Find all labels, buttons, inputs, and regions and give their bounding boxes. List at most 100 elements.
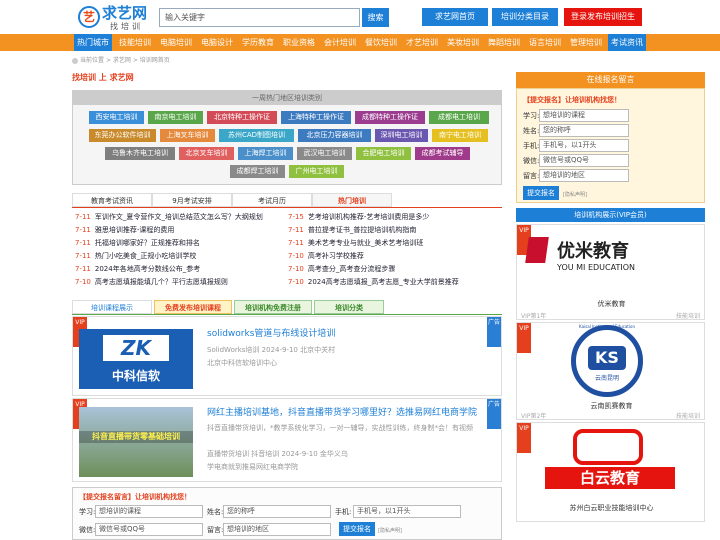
nav-item[interactable]: 舞蹈培训 [488, 34, 520, 51]
login-publish-button[interactable]: 登录发布培训招生 [564, 8, 642, 26]
course-desc: 抖音直播带货培训，*教学系统化学习，一对一辅导，实战性训练，终身制*会！有视频 [207, 424, 473, 432]
news-item[interactable]: 7-11 军训作文_夏令营作文_培训总结范文怎么写？大纲规划 [75, 212, 263, 222]
news-item[interactable]: 7-11 雅思培训推荐-课程的费用 [75, 225, 174, 235]
news-item[interactable]: 7-11 2024年各地高考分数线公布_参考 [75, 264, 200, 274]
home-button[interactable]: 求艺网首页 [422, 8, 488, 26]
news-item[interactable]: 7-11 美术艺考专业与就业_美术艺考培训班 [288, 238, 423, 248]
name-input[interactable]: 您的称呼 [223, 505, 331, 518]
nav-item-hot-city[interactable]: 热门城市 [74, 34, 112, 51]
news-item[interactable]: 7-11 热门小吃美食_正规小吃培训学校 [75, 251, 196, 261]
hot-tag[interactable]: 北京叉车培训 [179, 147, 234, 160]
nav-item[interactable]: 美妆培训 [447, 34, 479, 51]
phone-input[interactable]: 手机号，以1开头 [353, 505, 461, 518]
course-org[interactable]: 学电商就到推易网红电商学院 [207, 462, 298, 472]
nav-item[interactable]: 才艺培训 [406, 34, 438, 51]
hot-tag[interactable]: 上海叉车培训 [160, 129, 215, 142]
hot-tag[interactable]: 成都焊工培训 [230, 165, 285, 178]
area-input[interactable]: 想培训的地区 [223, 523, 331, 536]
form-label: 学习: [523, 112, 540, 120]
nav-item[interactable]: 电脑设计 [201, 34, 233, 51]
tab-categories[interactable]: 培训分类 [314, 300, 384, 314]
course-tabs: 培训课程展示 免费发布培训课程 培训机构免费注册 培训分类 [72, 300, 502, 315]
hot-tag[interactable]: 成都考试辅导 [415, 147, 470, 160]
hot-tag[interactable]: 北京压力容器培训 [298, 129, 371, 142]
org-card[interactable]: VIP KS 云南昆明 Kaisal Institute of Educatio… [516, 322, 705, 420]
side-privacy-link[interactable]: [隐私声明] [563, 191, 587, 198]
hot-tag[interactable]: 南京电工培训 [148, 111, 203, 124]
tab-free-publish[interactable]: 免费发布培训课程 [154, 300, 232, 314]
side-submit-button[interactable]: 提交报名 [523, 186, 559, 200]
nav-item[interactable]: 职业资格 [283, 34, 315, 51]
hot-tag[interactable]: 成都电工培训 [429, 111, 489, 124]
hot-tag[interactable]: 西安电工培训 [89, 111, 144, 124]
side-orgs-heading: 培训机构展示(VIP会员) [516, 208, 705, 222]
side-phone-input[interactable]: 手机号，以1开头 [539, 139, 629, 152]
nav-item[interactable]: 会计培训 [324, 34, 356, 51]
org-name[interactable]: 优米教育 [517, 299, 704, 309]
news-item[interactable]: 7-10 高考查分_高考查分流程步骤 [288, 264, 395, 274]
course-card[interactable]: VIP 广告 抖音直播带货零基础培训 网红主播培训基地，抖音直播带货学习哪里好？… [72, 398, 502, 482]
course-org[interactable]: 北京中科信软培训中心 [207, 358, 277, 368]
tab-sept-exams[interactable]: 9月考试安排 [152, 193, 232, 207]
org-name[interactable]: 苏州白云职业技能培训中心 [517, 503, 704, 513]
side-name-input[interactable]: 您的称呼 [539, 124, 629, 137]
news-item[interactable]: 7-10 2024高考志愿填报_高考志愿_专业大学前景推荐 [288, 277, 459, 287]
hot-tag[interactable]: 乌鲁木齐电工培训 [105, 147, 175, 160]
nav-item[interactable]: 技能培训 [119, 34, 151, 51]
tab-exam-news[interactable]: 教育考试资讯 [72, 193, 152, 207]
course-image[interactable]: 抖音直播带货零基础培训 [79, 407, 193, 477]
catalog-button[interactable]: 培训分类目录 [492, 8, 558, 26]
search-input[interactable]: 输入关键字 [159, 8, 360, 27]
hot-tag[interactable]: 合肥电工培训 [356, 147, 411, 160]
org-card[interactable]: VIP 优米教育 YOU MI EDUCATION 优米教育 VIP第1年 技能… [516, 224, 705, 320]
news-item[interactable]: 7-11 普拉提考证书_普拉提培训机构指南 [288, 225, 416, 235]
hot-tag[interactable]: 东莞办公软件培训 [89, 129, 156, 142]
hot-tag[interactable]: 上海焊工培训 [238, 147, 293, 160]
nav-item[interactable]: 电脑培训 [160, 34, 192, 51]
org-name[interactable]: 云南凯赛教育 [517, 401, 704, 411]
org-card[interactable]: VIP 白云教育 苏州白云职业技能培训中心 [516, 422, 705, 522]
kaisal-logo: KS 云南昆明 Kaisal Institute of Education [571, 324, 643, 397]
hot-tag[interactable]: 广州电工培训 [289, 165, 344, 178]
hot-tag[interactable]: 武汉电工培训 [297, 147, 352, 160]
hot-tag[interactable]: 深圳电工培训 [375, 129, 428, 142]
news-item[interactable]: 7-10 高考补习学校推荐 [288, 251, 364, 261]
side-wechat-input[interactable]: 微信号或QQ号 [539, 154, 629, 167]
breadcrumb-link[interactable]: 求艺网 [113, 57, 131, 64]
submit-button[interactable]: 提交报名 [339, 522, 375, 536]
tab-hot-training[interactable]: 热门培训 [312, 193, 392, 207]
form-label: 留言: [207, 526, 224, 534]
news-item[interactable]: 7-11 托福培训哪家好？正规推荐和排名 [75, 238, 200, 248]
nav-item-exam-news[interactable]: 考试资讯 [608, 34, 646, 51]
course-image[interactable]: ZK 中科信软 [79, 329, 193, 389]
tab-exam-calendar[interactable]: 考试月历 [232, 193, 312, 207]
hot-tag[interactable]: 上海特种工操作证 [281, 111, 351, 124]
org-logo-text: 白云教育 [545, 467, 675, 489]
nav-item[interactable]: 学历教育 [242, 34, 274, 51]
page-title: 找培训 上 求艺网 [72, 73, 134, 82]
hot-tag[interactable]: 南宁电工培训 [432, 129, 488, 142]
wechat-input[interactable]: 微信号或QQ号 [95, 523, 203, 536]
nav-item[interactable]: 语言培训 [529, 34, 561, 51]
nav-item[interactable]: 管理培训 [570, 34, 602, 51]
hot-tag[interactable]: 成都特种工操作证 [355, 111, 425, 124]
course-title[interactable]: solidworks管道与布线设计培训 [207, 326, 335, 339]
org-category: 技能培训 [675, 413, 700, 420]
tab-course-showcase[interactable]: 培训课程展示 [72, 300, 152, 314]
privacy-link[interactable]: [隐私声明] [378, 527, 402, 534]
news-item[interactable]: 7-10 高考志愿填报能填几个？平行志愿填报规则 [75, 277, 228, 287]
side-area-input[interactable]: 想培训的地区 [539, 169, 629, 182]
hot-tag[interactable]: 苏州CAD制图培训 [219, 129, 294, 142]
tab-free-register[interactable]: 培训机构免费注册 [234, 300, 312, 314]
hot-tag[interactable]: 北京特种工操作证 [207, 111, 277, 124]
subject-input[interactable]: 想培训的课程 [95, 505, 203, 518]
course-title[interactable]: 网红主播培训基地，抖音直播带货学习哪里好？选推易网红电商学院 [207, 408, 487, 419]
side-subject-input[interactable]: 想培训的课程 [539, 109, 629, 122]
course-card[interactable]: VIP 广告 ZK 中科信软 solidworks管道与布线设计培训 Solid… [72, 316, 502, 396]
nav-item[interactable]: 餐饮培训 [365, 34, 397, 51]
news-item[interactable]: 7-15 艺考培训机构推荐-艺考培训费用是多少 [288, 212, 429, 222]
vip-badge: VIP [517, 423, 531, 453]
form-title: 【提交报名留言】让培训机构找您！ [79, 493, 191, 501]
search-button[interactable]: 搜索 [362, 8, 389, 27]
site-logo[interactable]: 艺 求艺网 找培训 [78, 4, 147, 32]
